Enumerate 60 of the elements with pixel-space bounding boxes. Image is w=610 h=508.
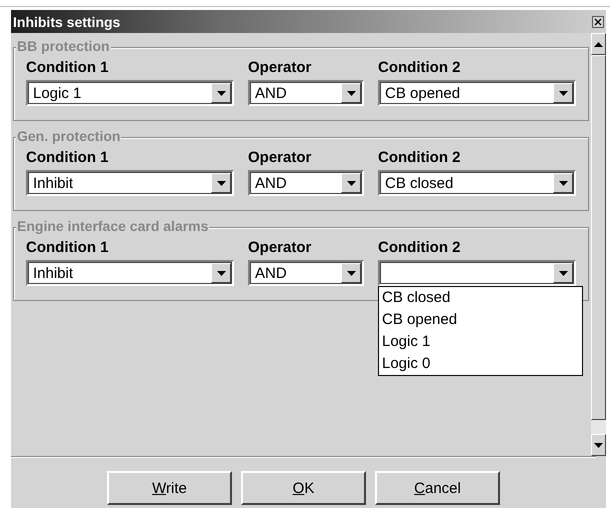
column-label: Condition 2 — [378, 59, 462, 76]
group-title: Engine interface card alarms — [16, 218, 210, 234]
dropdown-field[interactable]: CB closed — [378, 170, 576, 196]
close-icon[interactable] — [592, 16, 604, 28]
scroll-up-button[interactable] — [591, 33, 606, 55]
dropdown-arrow-button[interactable] — [211, 263, 231, 283]
up-arrow-icon — [594, 42, 603, 46]
column-label: Condition 2 — [378, 239, 462, 256]
caret-icon — [558, 180, 568, 186]
dropdown-arrow-button[interactable] — [211, 173, 231, 193]
dropdown-arrow-button[interactable] — [341, 83, 361, 103]
dropdown-value: AND — [254, 84, 288, 104]
dropdown-value: CB opened — [384, 84, 462, 104]
column-label: Operator — [248, 149, 312, 166]
dropdown-field[interactable]: CB opened — [378, 80, 576, 106]
caret-icon — [558, 90, 568, 96]
dropdown-field[interactable]: AND — [248, 80, 364, 106]
column-label: Operator — [248, 239, 312, 256]
dropdown-option[interactable]: CB closed — [379, 287, 582, 309]
caret-icon — [346, 180, 356, 186]
dropdown-arrow-button[interactable] — [211, 83, 231, 103]
caret-icon — [216, 90, 226, 96]
dropdown-value: Inhibit — [32, 174, 74, 194]
caret-icon — [346, 90, 356, 96]
group-title: Gen. protection — [16, 128, 122, 144]
dropdown-arrow-button[interactable] — [553, 83, 573, 103]
down-arrow-icon — [594, 442, 603, 448]
dropdown-arrow-button[interactable] — [341, 173, 361, 193]
dropdown-field[interactable]: Inhibit — [26, 260, 234, 286]
dropdown-arrow-button[interactable] — [553, 263, 573, 283]
dropdown-value: Inhibit — [32, 264, 74, 284]
dropdown-option[interactable]: CB opened — [379, 309, 582, 331]
dropdown-value: AND — [254, 264, 288, 284]
dialog-button[interactable]: Cancel — [375, 471, 500, 505]
dropdown-arrow-button[interactable] — [341, 263, 361, 283]
caret-icon — [346, 270, 356, 276]
column-label: Condition 1 — [26, 239, 110, 256]
dialog-button[interactable]: Write — [107, 471, 232, 505]
column-label: Operator — [248, 59, 312, 76]
dropdown-field[interactable]: AND — [248, 260, 364, 286]
dropdown-value: CB closed — [384, 174, 454, 194]
dropdown-field[interactable]: Logic 1 — [26, 80, 234, 106]
window-title: Inhibits settings — [13, 14, 120, 30]
column-label: Condition 1 — [26, 59, 110, 76]
dialog-button[interactable]: OK — [241, 471, 366, 505]
dropdown-option[interactable]: Logic 0 — [379, 353, 582, 375]
column-label: Condition 2 — [378, 149, 462, 166]
dropdown-option[interactable]: Logic 1 — [379, 331, 582, 353]
group-title: BB protection — [16, 38, 111, 54]
dropdown-value: AND — [254, 174, 288, 194]
dropdown-field[interactable]: Inhibit — [26, 170, 234, 196]
column-label: Condition 1 — [26, 149, 110, 166]
caret-icon — [216, 270, 226, 276]
scroll-down-button[interactable] — [591, 434, 606, 456]
dropdown-value: Logic 1 — [32, 84, 82, 104]
caret-icon — [558, 270, 568, 276]
caret-icon — [216, 180, 226, 186]
dropdown-arrow-button[interactable] — [553, 173, 573, 193]
dropdown-field[interactable]: AND — [248, 170, 364, 196]
dropdown-field[interactable] — [378, 260, 576, 286]
